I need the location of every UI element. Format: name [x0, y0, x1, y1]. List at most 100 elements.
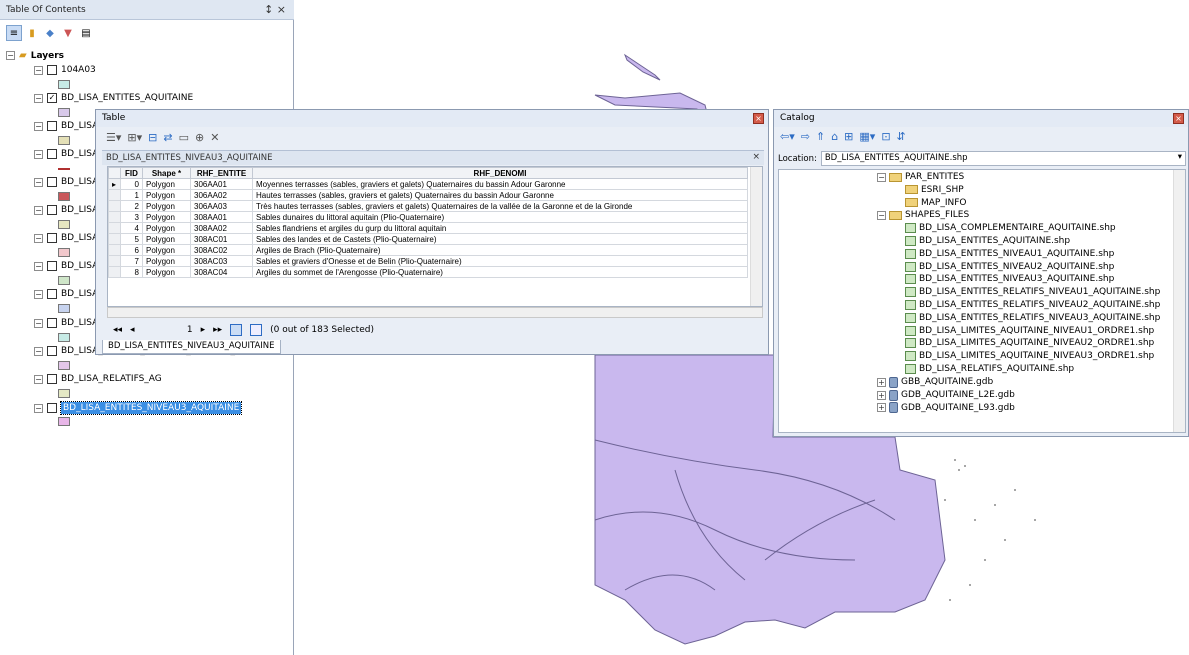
table-row[interactable]: 3 Polygon 308AA01 Sables dunaires du littor… [108, 211, 748, 223]
tree-item[interactable]: + GDB_AQUITAINE_L2E.gdb [877, 389, 1015, 401]
column-header[interactable]: RHF_DENOMI [252, 167, 748, 179]
row-selector[interactable] [108, 211, 121, 223]
layer-symbol[interactable] [58, 417, 70, 426]
expand-icon[interactable]: + [877, 377, 886, 387]
row-selector[interactable] [108, 200, 121, 212]
tree-item[interactable]: ESRI_SHP [905, 185, 964, 195]
tree-item[interactable]: + GDB_AQUITAINE_L93.gdb [877, 402, 1015, 414]
layer-checkbox[interactable] [47, 65, 57, 75]
location-input[interactable]: BD_LISA_ENTITES_AQUITAINE.shp ▾ [820, 151, 1186, 166]
list-by-drawing-order-icon[interactable]: ≡ [6, 25, 22, 41]
options-icon[interactable]: ▤ [78, 25, 94, 41]
table-row[interactable]: 8 Polygon 308AC04 Argiles du sommet de l'Ar… [108, 266, 748, 278]
collapse-icon[interactable]: − [34, 374, 43, 384]
layer-checkbox[interactable] [47, 233, 57, 243]
horizontal-scrollbar[interactable] [107, 307, 763, 318]
tree-item[interactable]: BD_LISA_LIMITES_AQUITAINE_NIVEAU1_ORDRE1… [905, 325, 1154, 336]
related-tables-icon[interactable]: ⊞▾ [127, 131, 142, 144]
collapse-icon[interactable]: − [34, 346, 43, 356]
list-by-source-icon[interactable]: ▮ [24, 25, 40, 41]
layer-symbol[interactable] [58, 248, 70, 257]
layer-symbol[interactable] [58, 304, 70, 313]
row-selector[interactable] [108, 233, 121, 245]
layer-item[interactable]: − BD_LISA [34, 149, 98, 159]
catalog-tree[interactable]: − PAR_ENTITES ESRI_SHP MAP_INFO − SHAPES_FILE… [778, 169, 1186, 433]
layer-checkbox[interactable] [47, 121, 57, 131]
collapse-icon[interactable]: − [34, 177, 43, 187]
layer-item[interactable]: − BD_LISA [34, 233, 98, 243]
collapse-icon[interactable]: − [34, 289, 43, 299]
tree-item[interactable]: MAP_INFO [905, 198, 967, 208]
layer-symbol[interactable] [58, 333, 70, 342]
layer-checkbox[interactable] [47, 403, 57, 413]
tree-item[interactable]: BD_LISA_ENTITES_AQUITAINE.shp [905, 236, 1070, 246]
vertical-scrollbar[interactable] [750, 167, 762, 306]
new-item-icon[interactable]: ⊡ [881, 130, 890, 143]
expand-icon[interactable]: + [877, 403, 886, 413]
list-by-selection-icon[interactable]: ▼ [60, 25, 76, 41]
tree-item[interactable]: − SHAPES_FILES [877, 210, 969, 220]
collapse-icon[interactable]: − [34, 261, 43, 271]
row-selector[interactable]: ▸ [108, 178, 121, 190]
table-row[interactable]: 1 Polygon 306AA02 Hautes terrasses (sables,… [108, 189, 748, 201]
chevron-down-icon[interactable]: ▾ [1178, 152, 1182, 162]
table-row[interactable]: 4 Polygon 308AA02 Sables flandriens et argi… [108, 222, 748, 234]
home-icon[interactable]: ⌂ [831, 130, 838, 143]
collapse-icon[interactable]: − [34, 403, 43, 413]
layer-symbol[interactable] [58, 389, 70, 398]
last-record-icon[interactable]: ▸▸ [213, 325, 222, 335]
layer-item[interactable]: − 104A03 [34, 65, 96, 75]
layer-checkbox[interactable] [47, 318, 57, 328]
layer-item[interactable]: − BD_LISA [34, 177, 98, 187]
tree-item[interactable]: BD_LISA_LIMITES_AQUITAINE_NIVEAU3_ORDRE1… [905, 351, 1154, 362]
table-row[interactable]: 2 Polygon 306AA03 Très hautes terrasses (sa… [108, 200, 748, 212]
layer-item[interactable]: − BD_LISA_ENTITES_NIVEAU3_AQUITAINE [34, 401, 243, 415]
previous-record-icon[interactable]: ◂ [130, 325, 135, 335]
column-header[interactable]: FID [120, 167, 143, 179]
collapse-icon[interactable]: − [34, 233, 43, 243]
layer-item[interactable]: − BD_LISA [34, 289, 98, 299]
column-header[interactable]: RHF_ENTITE [190, 167, 253, 179]
layer-item[interactable]: − BD_LISA_RELATIFS_AG [34, 374, 162, 384]
row-selector[interactable] [108, 266, 121, 278]
list-by-visibility-icon[interactable]: ◆ [42, 25, 58, 41]
switch-selection-icon[interactable]: ⇄ [163, 131, 172, 144]
tree-item[interactable]: BD_LISA_ENTITES_NIVEAU2_AQUITAINE.shp [905, 261, 1114, 272]
layer-symbol[interactable] [58, 80, 70, 89]
forward-icon[interactable]: ⇨ [801, 130, 810, 143]
layer-symbol[interactable] [58, 192, 70, 201]
delete-selected-icon[interactable]: ✕ [210, 131, 219, 144]
collapse-icon[interactable]: − [34, 149, 43, 159]
table-options-icon[interactable]: ☰▾ [106, 131, 121, 144]
column-header[interactable]: Shape * [142, 167, 191, 179]
pin-icon[interactable]: ↕ × [264, 3, 286, 16]
close-icon[interactable]: × [753, 113, 764, 124]
tree-item[interactable]: BD_LISA_COMPLEMENTAIRE_AQUITAINE.shp [905, 223, 1116, 234]
tree-item[interactable]: BD_LISA_RELATIFS_AQUITAINE.shp [905, 364, 1074, 374]
show-all-records-icon[interactable] [230, 324, 243, 336]
attribute-table[interactable]: FID Shape * RHF_ENTITE RHF_DENOMI ▸ 0 Polygon… [107, 166, 763, 307]
next-record-icon[interactable]: ▸ [201, 325, 206, 335]
layer-checkbox[interactable] [47, 177, 57, 187]
table-row[interactable]: 6 Polygon 308AC02 Argiles de Brach (Plio-Qu… [108, 244, 748, 256]
layer-checkbox[interactable] [47, 205, 57, 215]
collapse-icon[interactable]: − [34, 121, 43, 131]
layer-symbol[interactable] [58, 136, 70, 145]
table-row[interactable]: 7 Polygon 308AC03 Sables et graviers d'Ones… [108, 255, 748, 267]
layer-item[interactable]: − ✓ BD_LISA_ENTITES_AQUITAINE [34, 93, 193, 103]
first-record-icon[interactable]: ◂◂ [113, 325, 122, 335]
tree-item[interactable]: BD_LISA_ENTITES_NIVEAU1_AQUITAINE.shp [905, 248, 1114, 259]
collapse-icon[interactable]: − [34, 318, 43, 328]
layer-item[interactable]: − BD_LISA [34, 261, 98, 271]
collapse-icon[interactable]: − [34, 205, 43, 215]
expand-icon[interactable]: + [877, 390, 886, 400]
collapse-icon[interactable]: − [877, 210, 886, 220]
layer-checkbox[interactable]: ✓ [47, 93, 57, 103]
layer-symbol[interactable] [58, 220, 70, 229]
layer-checkbox[interactable] [47, 149, 57, 159]
layer-symbol[interactable] [58, 168, 70, 170]
layer-symbol[interactable] [58, 276, 70, 285]
layer-item[interactable]: − BD_LISA [34, 205, 98, 215]
record-number[interactable]: 1 [143, 325, 193, 335]
layer-checkbox[interactable] [47, 374, 57, 384]
